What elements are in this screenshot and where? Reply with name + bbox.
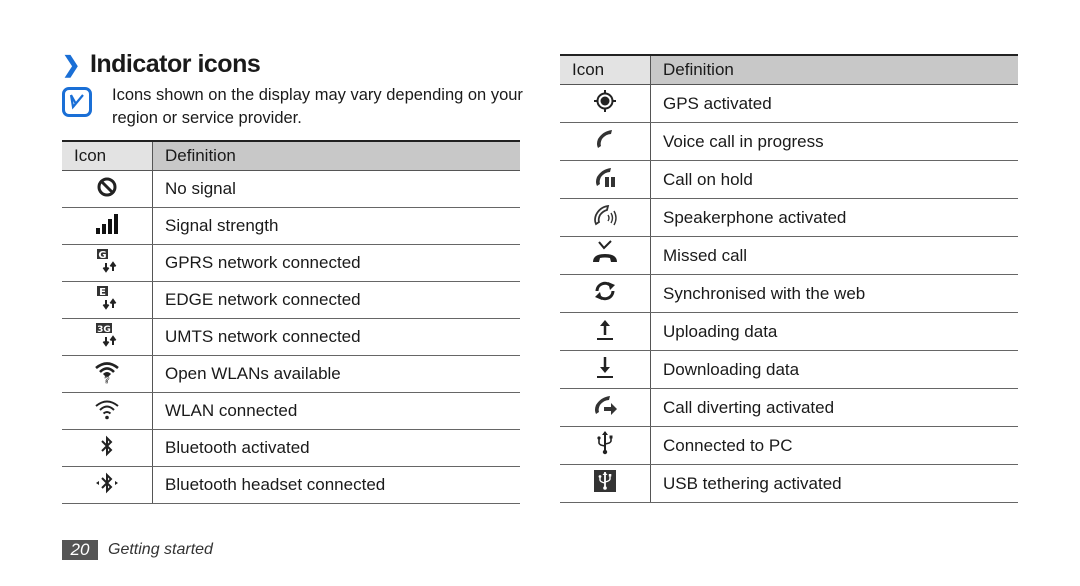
- edge-icon: E: [94, 285, 120, 316]
- bluetooth-icon: [99, 434, 115, 463]
- wlan-icon: [94, 398, 120, 425]
- table-row: Connected to PC: [560, 426, 1018, 465]
- table-row: Bluetooth activated: [62, 429, 520, 467]
- table-row: Signal strength: [62, 207, 520, 245]
- table-row: Downloading data: [560, 350, 1018, 389]
- table-row: Call on hold: [560, 160, 1018, 199]
- definition: Bluetooth activated: [152, 429, 520, 467]
- page-number: 20: [62, 540, 98, 560]
- header-definition: Definition: [152, 140, 520, 171]
- table-row: GPS activated: [560, 84, 1018, 123]
- definition: Downloading data: [650, 350, 1018, 389]
- header-icon: Icon: [62, 140, 153, 171]
- no-signal-icon: [96, 176, 118, 203]
- table-row: USB tethering activated: [560, 464, 1018, 503]
- table-row: Missed call: [560, 236, 1018, 275]
- svg-text:E: E: [99, 287, 106, 298]
- table-header-row: Icon Definition: [62, 140, 520, 171]
- svg-text:?: ?: [104, 376, 109, 384]
- table-row: 3G UMTS network connected: [62, 318, 520, 356]
- definition: GPS activated: [650, 84, 1018, 123]
- table-row: E EDGE network connected: [62, 281, 520, 319]
- definition: Call diverting activated: [650, 388, 1018, 427]
- usb-tethering-icon: [593, 469, 617, 498]
- definition: Signal strength: [152, 207, 520, 245]
- definition: Synchronised with the web: [650, 274, 1018, 313]
- table-row: WLAN connected: [62, 392, 520, 430]
- definition: UMTS network connected: [152, 318, 520, 356]
- definition: Missed call: [650, 236, 1018, 275]
- definition: Connected to PC: [650, 426, 1018, 465]
- definition: EDGE network connected: [152, 281, 520, 319]
- chapter-title: Getting started: [108, 541, 213, 558]
- definition: Bluetooth headset connected: [152, 466, 520, 504]
- umts-icon: 3G: [94, 322, 120, 353]
- table-row: Call diverting activated: [560, 388, 1018, 427]
- table-row: Uploading data: [560, 312, 1018, 351]
- note-text: Icons shown on the display may vary depe…: [112, 86, 523, 127]
- definition: Speakerphone activated: [650, 198, 1018, 237]
- upload-icon: [594, 317, 616, 346]
- definition: No signal: [152, 170, 520, 208]
- speakerphone-icon: [591, 203, 619, 232]
- table-row: Synchronised with the web: [560, 274, 1018, 313]
- definition: USB tethering activated: [650, 464, 1018, 503]
- usb-icon: [595, 430, 615, 461]
- call-hold-icon: [592, 165, 618, 194]
- chevron-right-icon: ❯: [62, 52, 80, 77]
- definition: Call on hold: [650, 160, 1018, 199]
- header-definition: Definition: [650, 54, 1018, 85]
- table-row: Speakerphone activated: [560, 198, 1018, 237]
- table-header-row: Icon Definition: [560, 54, 1018, 85]
- table-row: G GPRS network connected: [62, 244, 520, 282]
- table-row: Bluetooth headset connected: [62, 466, 520, 504]
- indicator-table-right: Icon Definition GPS activated Voice call…: [560, 54, 1018, 503]
- table-row: Voice call in progress: [560, 122, 1018, 161]
- gprs-icon: G: [94, 248, 120, 279]
- definition: Voice call in progress: [650, 122, 1018, 161]
- call-divert-icon: [591, 393, 619, 422]
- gps-icon: [593, 89, 617, 118]
- signal-strength-icon: [94, 213, 120, 240]
- missed-call-icon: [591, 240, 619, 271]
- definition: Uploading data: [650, 312, 1018, 351]
- bluetooth-headset-icon: [95, 471, 119, 500]
- voice-call-icon: [593, 127, 617, 156]
- definition: GPRS network connected: [152, 244, 520, 282]
- sync-icon: [592, 279, 618, 308]
- download-icon: [594, 355, 616, 384]
- table-row: ? Open WLANs available: [62, 355, 520, 393]
- table-row: No signal: [62, 170, 520, 208]
- definition: WLAN connected: [152, 392, 520, 430]
- section-title: ❯ Indicator icons: [62, 50, 261, 79]
- section-title-text: Indicator icons: [89, 50, 261, 78]
- svg-text:G: G: [98, 250, 106, 261]
- open-wlan-icon: ?: [94, 360, 120, 389]
- svg-text:3G: 3G: [97, 325, 111, 335]
- indicator-table-left: Icon Definition No signal Signal strengt…: [62, 140, 520, 504]
- note-pencil-icon: [62, 87, 92, 117]
- definition: Open WLANs available: [152, 355, 520, 393]
- header-icon: Icon: [560, 54, 651, 85]
